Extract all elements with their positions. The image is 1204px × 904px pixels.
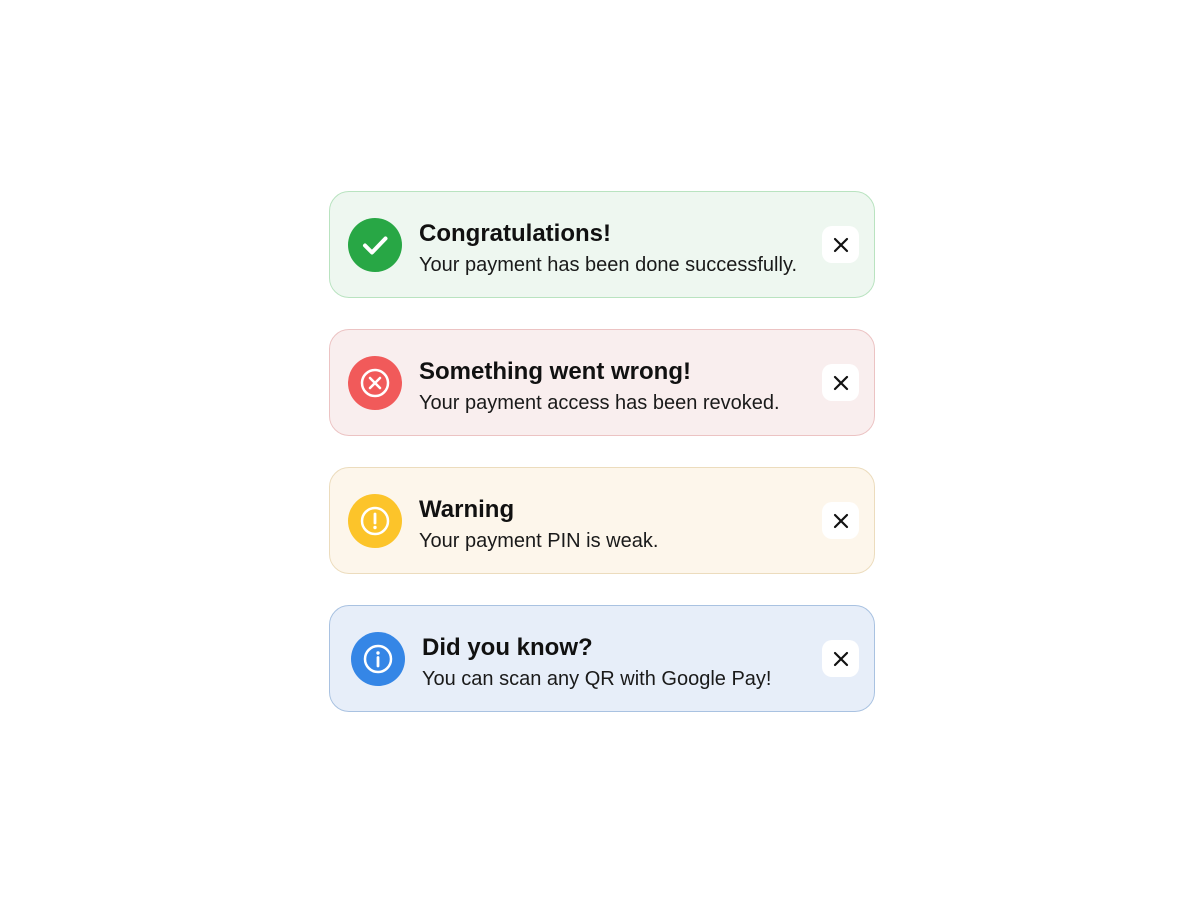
alert-message: Your payment PIN is weak. <box>419 530 659 552</box>
warning-alert: Warning Your payment PIN is weak. <box>329 467 875 574</box>
alerts-list: Congratulations! Your payment has been d… <box>329 191 875 743</box>
close-button[interactable] <box>822 640 859 677</box>
check-icon <box>348 218 402 272</box>
close-icon <box>833 513 848 528</box>
close-icon <box>833 375 848 390</box>
alert-title: Warning <box>419 496 515 523</box>
alert-message: You can scan any QR with Google Pay! <box>422 668 772 690</box>
info-circle-icon <box>351 632 405 686</box>
alert-message: Your payment has been done successfully. <box>419 254 798 276</box>
close-icon <box>833 237 848 252</box>
close-button[interactable] <box>822 364 859 401</box>
error-alert: Something went wrong! Your payment acces… <box>329 329 875 436</box>
alert-title: Did you know? <box>422 634 593 661</box>
alert-title: Congratulations! <box>419 220 611 247</box>
success-alert: Congratulations! Your payment has been d… <box>329 191 875 298</box>
alert-title: Something went wrong! <box>419 358 691 385</box>
info-alert: Did you know? You can scan any QR with G… <box>329 605 875 712</box>
error-x-circle-icon <box>348 356 402 410</box>
alert-message: Your payment access has been revoked. <box>419 392 780 414</box>
close-icon <box>833 651 848 666</box>
close-button[interactable] <box>822 502 859 539</box>
close-button[interactable] <box>822 226 859 263</box>
exclamation-circle-icon <box>348 494 402 548</box>
